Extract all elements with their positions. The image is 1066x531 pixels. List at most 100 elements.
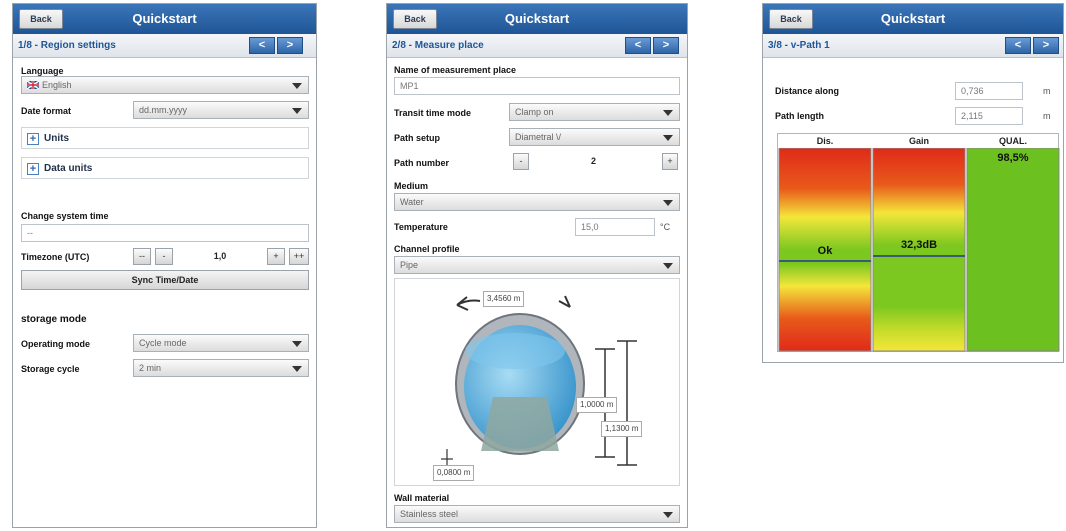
header-bar: Back Quickstart	[387, 4, 687, 34]
wall-material-label: Wall material	[394, 493, 450, 503]
measurement-place-input[interactable]: MP1	[394, 77, 680, 95]
dropdown-arrow-icon	[292, 366, 302, 372]
next-step-button[interactable]: >	[653, 37, 679, 54]
medium-select[interactable]: Water	[394, 193, 680, 211]
data-units-expander[interactable]: + Data units	[21, 157, 309, 179]
step-title: 2/8 - Measure place	[392, 40, 484, 51]
path-number-value: 2	[590, 156, 596, 166]
path-number-plus-button[interactable]: +	[662, 153, 678, 170]
pipe-illustration	[441, 295, 637, 466]
path-length-label: Path length	[775, 111, 824, 121]
screen-region-settings: Back Quickstart 1/8 - Region settings < …	[12, 3, 317, 528]
prev-step-button[interactable]: <	[625, 37, 651, 54]
col-header-gain: Gain	[908, 136, 929, 146]
storage-mode-heading: storage mode	[21, 314, 87, 325]
prev-step-button[interactable]: <	[1005, 37, 1031, 54]
dropdown-arrow-icon	[292, 108, 302, 114]
timezone-minus-big-button[interactable]: --	[133, 248, 151, 265]
language-value: English	[42, 80, 72, 90]
col-header-qual: QUAL.	[999, 136, 1027, 146]
timezone-minus-button[interactable]: -	[155, 248, 173, 265]
wall-material-value: Stainless steel	[400, 509, 459, 519]
distance-unit: m	[1043, 86, 1051, 96]
dropdown-arrow-icon	[663, 512, 673, 518]
step-bar: 3/8 - v-Path 1 < >	[763, 34, 1063, 58]
dropdown-arrow-icon	[292, 83, 302, 89]
timezone-value: 1,0	[213, 251, 227, 261]
step-title: 1/8 - Region settings	[18, 40, 116, 51]
plus-icon: +	[27, 163, 39, 175]
dropdown-arrow-icon	[663, 200, 673, 206]
transit-mode-select[interactable]: Clamp on	[509, 103, 680, 121]
header-title: Quickstart	[880, 11, 946, 26]
distance-along-label: Distance along	[775, 86, 840, 96]
screen-measure-place: Back Quickstart 2/8 - Measure place < > …	[386, 3, 688, 528]
path-length-unit: m	[1043, 111, 1051, 121]
units-expander[interactable]: + Units	[21, 127, 309, 149]
timezone-label: Timezone (UTC)	[21, 252, 90, 262]
operating-mode-select[interactable]: Cycle mode	[133, 334, 309, 352]
step-bar: 1/8 - Region settings < >	[13, 34, 316, 58]
next-step-button[interactable]: >	[277, 37, 303, 54]
storage-cycle-value: 2 min	[139, 363, 162, 373]
gain-value: 32,3dB	[900, 239, 938, 251]
temperature-unit: °C	[660, 222, 671, 232]
header-title: Quickstart	[132, 11, 197, 26]
language-label: Language	[21, 66, 64, 76]
storage-cycle-select[interactable]: 2 min	[133, 359, 309, 377]
next-step-button[interactable]: >	[1033, 37, 1059, 54]
sync-time-button[interactable]: Sync Time/Date	[21, 270, 309, 290]
date-format-value: dd.mm.yyyy	[139, 105, 188, 115]
units-label: Units	[44, 133, 69, 144]
dis-value: Ok	[817, 245, 833, 257]
qual-bar	[966, 148, 1060, 352]
path-number-label: Path number	[394, 158, 450, 168]
path-length-value: 2,115	[955, 107, 1023, 125]
qual-value: 98,5%	[997, 152, 1029, 164]
measurement-place-label: Name of measurement place	[394, 65, 517, 75]
screen-v-path: Back Quickstart 3/8 - v-Path 1 < > Dista…	[762, 3, 1064, 363]
channel-profile-value: Pipe	[400, 260, 419, 270]
signal-quality-table: Dis. Gain QUAL. Ok 32,3dB 98,5%	[777, 133, 1060, 352]
path-setup-select[interactable]: Diametral \/	[509, 128, 680, 146]
uk-flag-icon	[26, 80, 40, 90]
outer-diameter-dimension: 1,1300 m	[601, 421, 643, 437]
temperature-input[interactable]: 15,0	[575, 218, 655, 236]
transit-mode-label: Transit time mode	[394, 108, 472, 118]
language-select[interactable]: English	[21, 76, 309, 94]
wall-thickness-dimension: 0,0800 m	[433, 465, 475, 481]
dropdown-arrow-icon	[663, 110, 673, 116]
channel-profile-select[interactable]: Pipe	[394, 256, 680, 274]
medium-label: Medium	[394, 181, 429, 191]
transit-mode-value: Clamp on	[515, 107, 554, 117]
system-time-input[interactable]: --	[21, 224, 309, 242]
header-title: Quickstart	[504, 11, 570, 26]
header-bar: Back Quickstart	[763, 4, 1063, 34]
path-number-minus-button[interactable]: -	[513, 153, 529, 170]
plus-icon: +	[27, 133, 39, 145]
operating-mode-label: Operating mode	[21, 339, 91, 349]
wall-material-select[interactable]: Stainless steel	[394, 505, 680, 523]
circumference-dimension: 3,4560 m	[483, 291, 525, 307]
medium-value: Water	[400, 197, 424, 207]
prev-step-button[interactable]: <	[249, 37, 275, 54]
timezone-plus-button[interactable]: +	[267, 248, 285, 265]
timezone-plus-big-button[interactable]: ++	[289, 248, 309, 265]
date-format-select[interactable]: dd.mm.yyyy	[133, 101, 309, 119]
date-format-label: Date format	[21, 106, 72, 116]
change-time-label: Change system time	[21, 211, 109, 221]
pipe-diagram: 3,4560 m 1,0000 m 1,1300 m 0,0800 m	[394, 278, 680, 486]
operating-mode-value: Cycle mode	[139, 338, 187, 348]
storage-cycle-label: Storage cycle	[21, 364, 80, 374]
header-bar: Back Quickstart	[13, 4, 316, 34]
dropdown-arrow-icon	[292, 341, 302, 347]
dropdown-arrow-icon	[663, 135, 673, 141]
inner-diameter-dimension: 1,0000 m	[576, 397, 618, 413]
channel-profile-label: Channel profile	[394, 244, 460, 254]
step-bar: 2/8 - Measure place < >	[387, 34, 687, 58]
col-header-dis: Dis.	[816, 136, 834, 146]
distance-along-value: 0,736	[955, 82, 1023, 100]
step-title: 3/8 - v-Path 1	[768, 40, 830, 51]
data-units-label: Data units	[44, 163, 93, 174]
path-setup-label: Path setup	[394, 133, 441, 143]
